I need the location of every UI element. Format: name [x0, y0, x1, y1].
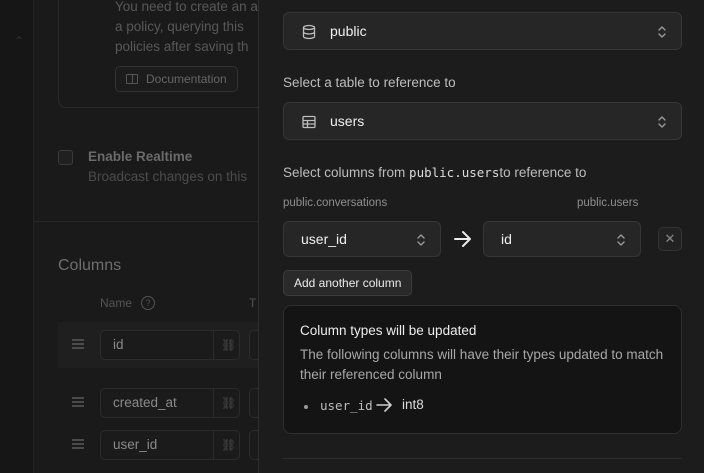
divider: [283, 458, 682, 459]
columns-label-suffix: to reference to: [499, 165, 587, 180]
divider: [34, 221, 294, 222]
schema-value: public: [330, 23, 367, 39]
target-column-value: id: [501, 231, 512, 247]
chevrons-up-down-icon: [417, 234, 425, 246]
collapse-icon: ⌃: [14, 34, 25, 48]
target-table-label: public.users: [577, 197, 639, 209]
realtime-subtitle: Broadcast changes on this: [88, 169, 248, 184]
table-value: users: [330, 113, 365, 129]
new-type: int8: [402, 397, 424, 412]
target-column-select[interactable]: id: [483, 221, 641, 257]
table-select-label: Select a table to reference to: [283, 75, 456, 90]
column-name-field[interactable]: id ⛓: [100, 330, 240, 360]
column-name-field[interactable]: user_id ⛓: [100, 430, 240, 460]
source-column-select[interactable]: user_id: [283, 221, 441, 257]
name-column-header: Name: [100, 296, 133, 310]
policy-text-line: You need to create an a: [115, 0, 258, 14]
add-another-column-button[interactable]: Add another column: [283, 270, 413, 296]
source-column-value: user_id: [301, 231, 347, 247]
close-icon: ✕: [664, 231, 676, 246]
notice-title: Column types will be updated: [300, 323, 477, 338]
column-name-value: id: [113, 337, 124, 352]
drag-handle-icon[interactable]: [72, 397, 84, 407]
table-icon: [302, 115, 316, 129]
left-sidebar: ⌃: [0, 0, 34, 473]
enable-realtime-checkbox[interactable]: [58, 150, 73, 165]
documentation-button[interactable]: Documentation: [115, 66, 238, 92]
help-icon[interactable]: ?: [141, 296, 155, 310]
source-table-label: public.conversations: [283, 197, 388, 209]
link-icon: ⛓: [221, 396, 237, 410]
schema-select[interactable]: public: [283, 12, 682, 50]
columns-select-label: Select columns from public.usersto refer…: [283, 165, 586, 180]
type-column-header: T: [249, 296, 257, 310]
realtime-title: Enable Realtime: [88, 149, 193, 164]
arrow-right-icon: [376, 398, 392, 412]
columns-label-table: public.users: [409, 165, 500, 180]
column-name: user_id: [320, 398, 373, 413]
link-icon: ⛓: [221, 438, 237, 452]
column-name-value: user_id: [113, 437, 158, 452]
columns-heading: Columns: [58, 257, 122, 274]
foreign-key-panel: public Select a table to reference to us…: [258, 0, 704, 473]
chevrons-up-down-icon: [658, 26, 666, 38]
chevrons-up-down-icon: [617, 234, 625, 246]
column-name-field[interactable]: created_at ⛓: [100, 388, 240, 418]
type-update-notice: Column types will be updated The followi…: [283, 305, 682, 434]
policy-text-line: a policy, querying this: [115, 19, 244, 34]
policy-text-line: policies after saving th: [115, 39, 249, 54]
documentation-label: Documentation: [146, 72, 227, 86]
arrow-right-icon: [454, 231, 471, 247]
table-select[interactable]: users: [283, 102, 682, 140]
bullet: [304, 405, 308, 409]
drag-handle-icon[interactable]: [72, 439, 84, 449]
book-icon: [126, 74, 138, 84]
drag-handle-icon[interactable]: [72, 339, 84, 349]
column-name-value: created_at: [113, 395, 177, 410]
database-icon: [302, 24, 316, 40]
chevrons-up-down-icon: [658, 116, 666, 128]
remove-column-button[interactable]: ✕: [658, 227, 682, 251]
link-icon: ⛓: [221, 338, 237, 352]
notice-body: The following columns will have their ty…: [300, 347, 664, 382]
columns-label-prefix: Select columns from: [283, 165, 410, 180]
